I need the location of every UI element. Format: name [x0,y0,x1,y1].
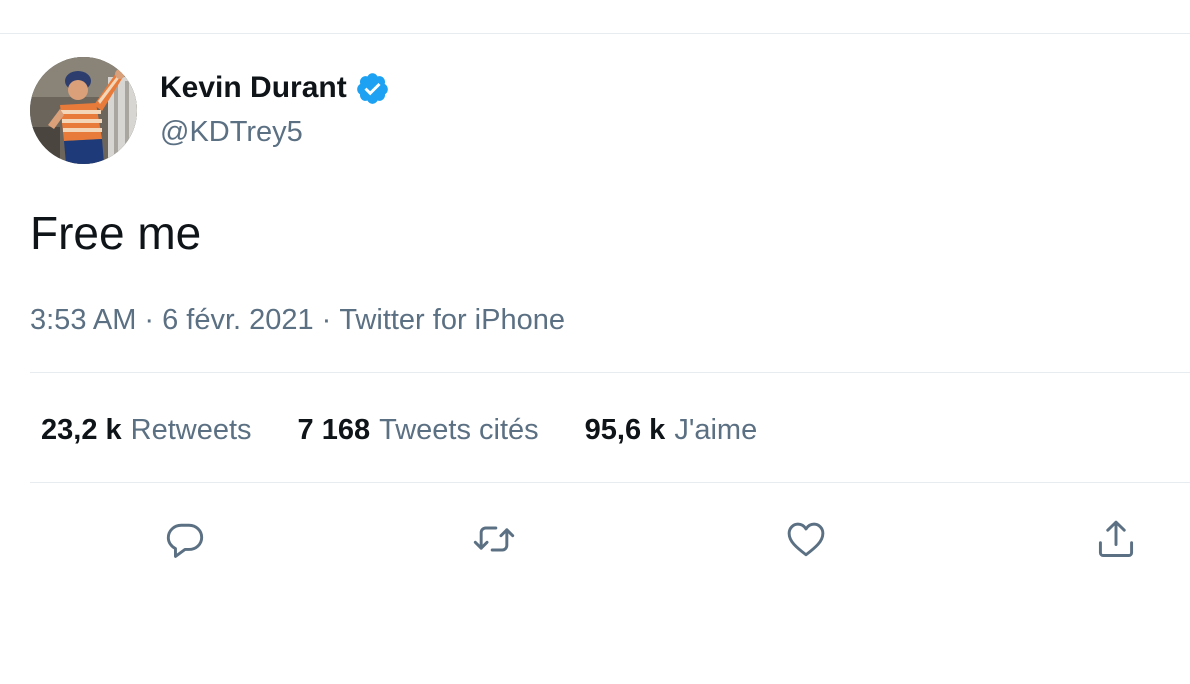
heart-icon [787,522,825,557]
reply-icon [166,523,204,558]
retweets-count: 23,2 k [41,414,122,446]
reply-button[interactable] [162,516,208,562]
tweet-source[interactable]: Twitter for iPhone [339,304,565,336]
share-icon [1098,520,1134,557]
quote-tweets-stat[interactable]: 7 168 Tweets cités [298,412,539,448]
verified-badge-icon [355,71,390,106]
tweet-time[interactable]: 3:53 AM [30,304,136,336]
stats-divider-bottom [30,482,1190,483]
avatar[interactable] [30,57,137,164]
meta-separator: · [144,304,155,336]
tweet-date[interactable]: 6 févr. 2021 [162,304,314,336]
retweet-icon [473,526,515,552]
likes-label: J'aime [674,414,758,446]
user-avatar-photo [30,57,137,164]
likes-stat[interactable]: 95,6 k J'aime [585,412,758,448]
share-button[interactable] [1093,516,1139,562]
quote-tweets-count: 7 168 [297,414,371,446]
retweets-stat[interactable]: 23,2 k Retweets [41,412,252,448]
top-divider [0,33,1190,34]
retweet-button[interactable] [471,516,517,562]
like-button[interactable] [783,516,829,562]
tweet-meta: 3:53 AM · 6 févr. 2021 · Twitter for iPhone [30,302,565,338]
author-display-name-row[interactable]: Kevin Durant [160,70,390,106]
author-handle[interactable]: @KDTrey5 [160,114,303,150]
tweet-stats: 23,2 k Retweets 7 168 Tweets cités 95,6 … [41,412,757,448]
author-display-name[interactable]: Kevin Durant [160,70,347,106]
likes-count: 95,6 k [584,414,666,446]
meta-separator: · [321,304,332,336]
retweets-label: Retweets [130,414,252,446]
tweet-text: Free me [30,207,202,259]
quote-tweets-label: Tweets cités [379,414,539,446]
stats-divider-top [30,372,1190,373]
